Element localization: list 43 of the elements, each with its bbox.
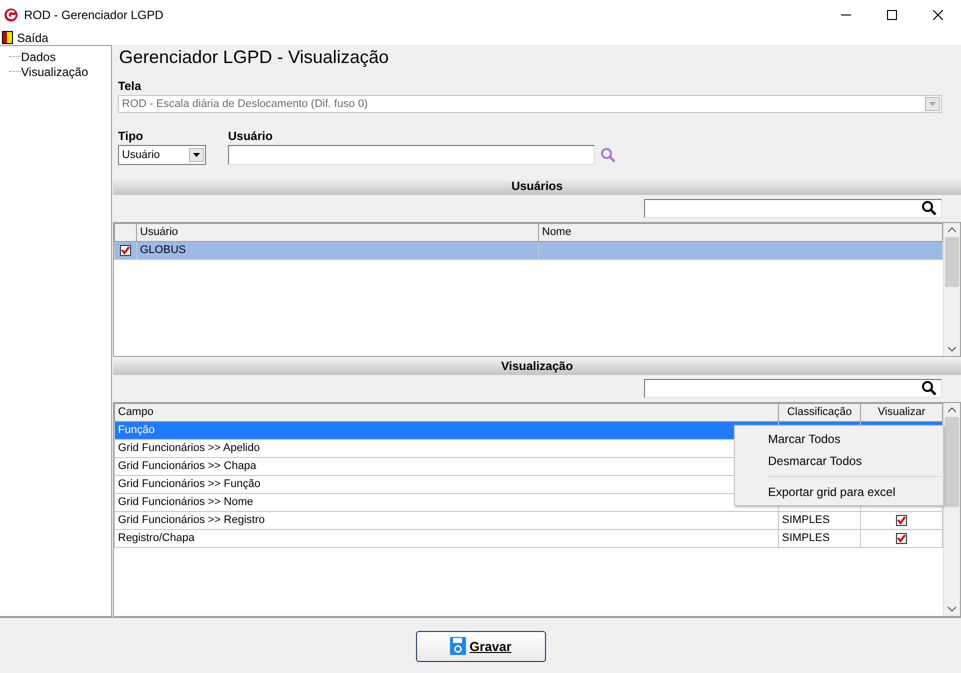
scroll-down-icon[interactable] (948, 606, 956, 612)
field-label: Tipo (118, 128, 144, 143)
filter-search-field[interactable] (644, 378, 942, 398)
close-icon (933, 10, 943, 20)
scrollbar[interactable] (943, 402, 960, 616)
section-header: Visualização (113, 356, 961, 375)
maximize-icon (887, 10, 897, 20)
column-header: Campo (114, 403, 778, 422)
user-input-field[interactable] (228, 144, 595, 165)
checkbox[interactable] (120, 245, 131, 256)
search-icon[interactable] (921, 200, 937, 216)
field-label: Tela (118, 78, 142, 93)
menu-item[interactable]: Saída (17, 30, 48, 44)
checkbox[interactable] (896, 514, 907, 526)
tree-item[interactable]: Visualização (21, 64, 88, 78)
scrollbar[interactable] (943, 222, 960, 356)
checkbox[interactable] (896, 532, 907, 544)
column-header: Nome (538, 223, 942, 242)
table-cell: Grid Funcionários >> Registro (114, 511, 778, 530)
menu-item[interactable]: Desmarcar Todos (735, 450, 943, 472)
column-header: Classificação (778, 403, 860, 422)
type-dropdown[interactable]: Usuário (118, 144, 206, 165)
table-cell: SIMPLES (782, 532, 830, 544)
search-icon[interactable] (921, 380, 937, 396)
table-cell: GLOBUS (136, 241, 538, 260)
column-header: Visualizar (860, 403, 942, 422)
page-heading: Gerenciador LGPD - Visualização (119, 47, 390, 69)
field-label: Usuário (228, 128, 274, 143)
table-cell: Registro/Chapa (114, 529, 778, 548)
filter-search-field[interactable] (644, 198, 942, 218)
app-logo-icon (4, 8, 18, 22)
scroll-up-icon[interactable] (948, 226, 956, 233)
scroll-up-icon[interactable] (948, 406, 956, 413)
menu-item[interactable]: Exportar grid para excel (735, 481, 943, 503)
window-title: ROD - Gerenciador LGPD (24, 8, 164, 22)
menu-item[interactable]: Marcar Todos (735, 428, 943, 450)
section-header: Usuários (113, 176, 961, 195)
column-header: Usuário (136, 223, 538, 242)
table-cell: SIMPLES (782, 514, 830, 526)
scroll-down-icon[interactable] (948, 346, 956, 352)
tree-item[interactable]: Dados (21, 50, 56, 64)
save-button[interactable]: Gravar (416, 630, 546, 662)
door-icon (2, 31, 13, 44)
